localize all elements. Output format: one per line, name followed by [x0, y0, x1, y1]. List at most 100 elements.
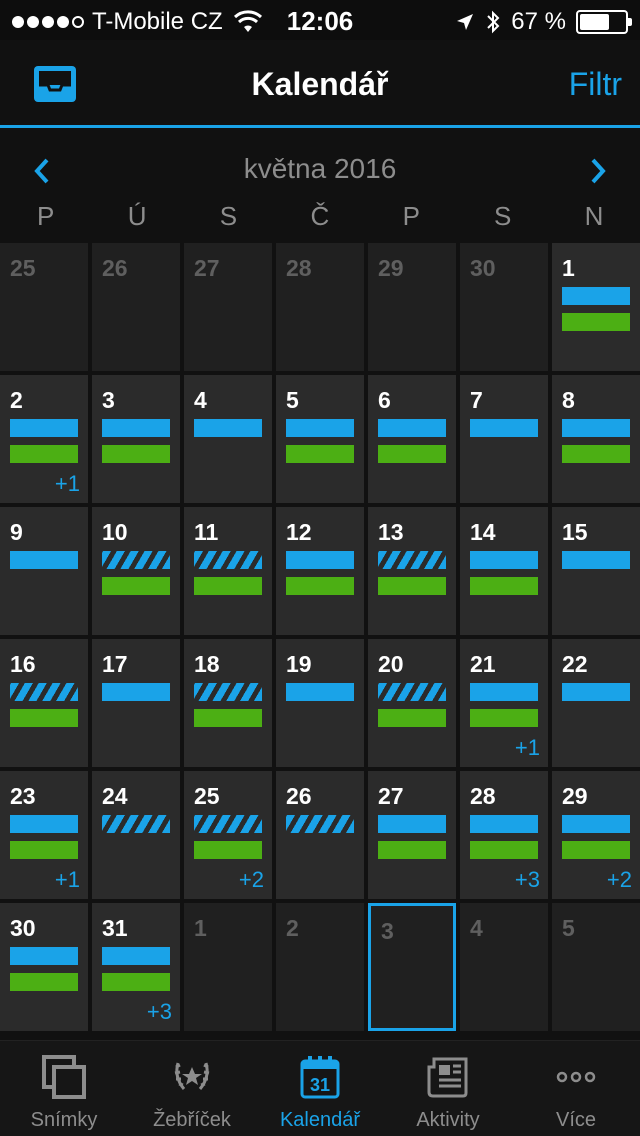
day-number: 25 [10, 255, 36, 281]
activity-bar-blue [470, 815, 538, 833]
more-icon [556, 1071, 596, 1083]
calendar-day-cell[interactable]: 4 [460, 903, 548, 1031]
more-activities-count: +1 [514, 735, 540, 760]
calendar-day-cell[interactable]: 20 [368, 639, 456, 767]
weekday-label: Ú [127, 201, 147, 231]
calendar-day-cell[interactable]: 12 [276, 507, 364, 635]
calendar-day-cell[interactable]: 1 [552, 243, 640, 371]
calendar-day-cell[interactable]: 13 [368, 507, 456, 635]
activity-bar-planned [286, 815, 354, 833]
calendar-day-cell[interactable]: 4 [184, 375, 272, 503]
calendar-day-cell[interactable]: 11 [184, 507, 272, 635]
calendar-day-cell[interactable]: 2 +1 [0, 375, 88, 503]
calendar-day-cell[interactable]: 30 [460, 243, 548, 371]
tab-calendar[interactable]: 31 Kalendář [256, 1041, 384, 1136]
day-number: 31 [102, 915, 128, 941]
activity-bar-green [194, 841, 262, 859]
calendar-day-cell[interactable]: 27 [368, 771, 456, 899]
tab-bar: Snímky Žebříček 31 Kalendář Aktivity Víc… [0, 1040, 640, 1136]
calendar-day-cell[interactable]: 29 +2 [552, 771, 640, 899]
calendar-day-cell[interactable]: 21 +1 [460, 639, 548, 767]
calendar-day-cell[interactable]: 1 [184, 903, 272, 1031]
calendar-day-cell[interactable]: 26 [276, 771, 364, 899]
activity-bar-planned [194, 815, 262, 833]
calendar-day-cell[interactable]: 3 [92, 375, 180, 503]
day-number: 20 [378, 651, 404, 677]
tab-snapshots[interactable]: Snímky [0, 1041, 128, 1136]
activity-bar-planned [194, 683, 262, 701]
day-number: 29 [562, 783, 588, 809]
day-number: 24 [102, 783, 128, 809]
leaderboard-icon [174, 1062, 210, 1090]
day-number: 26 [286, 783, 312, 809]
calendar-day-cell[interactable]: 31 +3 [92, 903, 180, 1031]
inbox-button[interactable] [30, 62, 80, 106]
activity-bar-planned [194, 551, 262, 569]
activity-bar-blue [562, 551, 630, 569]
calendar-day-cell[interactable]: 27 [184, 243, 272, 371]
calendar-day-cell[interactable]: 8 [552, 375, 640, 503]
calendar-day-cell[interactable]: 25 [0, 243, 88, 371]
calendar-day-cell[interactable]: 28 [276, 243, 364, 371]
calendar-day-cell[interactable]: 6 [368, 375, 456, 503]
activity-bar-green [102, 577, 170, 595]
calendar-day-cell[interactable]: 14 [460, 507, 548, 635]
calendar-day-cell[interactable]: 23 +1 [0, 771, 88, 899]
calendar-day-cell[interactable]: 5 [552, 903, 640, 1031]
day-number: 13 [378, 519, 404, 545]
activity-bar-green [10, 973, 78, 991]
day-number: 19 [286, 651, 312, 677]
calendar-day-cell[interactable]: 30 [0, 903, 88, 1031]
day-number: 10 [102, 519, 128, 545]
day-number: 28 [470, 783, 496, 809]
activity-bar-blue [10, 815, 78, 833]
activity-bar-green [286, 577, 354, 595]
activity-bar-green [470, 709, 538, 727]
calendar-day-cell[interactable]: 29 [368, 243, 456, 371]
tab-label: Snímky [30, 1109, 98, 1131]
calendar-day-cell[interactable]: 15 [552, 507, 640, 635]
battery-percent: 67 % [511, 8, 566, 35]
activity-bar-blue [102, 419, 170, 437]
activity-bar-green [378, 841, 446, 859]
tab-label: Žebříček [153, 1109, 231, 1131]
activity-bar-blue [194, 419, 262, 437]
calendar-day-cell[interactable]: 7 [460, 375, 548, 503]
calendar-day-cell[interactable]: 24 [92, 771, 180, 899]
calendar-day-cell[interactable]: 2 [276, 903, 364, 1031]
day-number: 26 [102, 255, 128, 281]
calendar-day-cell[interactable]: 26 [92, 243, 180, 371]
calendar-day-cell[interactable]: 3 [368, 903, 456, 1031]
day-number: 22 [562, 651, 588, 677]
filter-button[interactable]: Filtr [569, 66, 622, 103]
location-arrow-icon [457, 14, 474, 30]
activity-bar-planned [378, 683, 446, 701]
activity-bar-green [10, 445, 78, 463]
tab-more[interactable]: Více [512, 1041, 640, 1136]
day-number: 27 [378, 783, 404, 809]
activity-bar-blue [286, 683, 354, 701]
activity-bar-blue [470, 419, 538, 437]
calendar-day-cell[interactable]: 25 +2 [184, 771, 272, 899]
calendar-day-cell[interactable]: 22 [552, 639, 640, 767]
calendar-day-cell[interactable]: 18 [184, 639, 272, 767]
chevron-right-icon [591, 158, 606, 184]
nav-bar: Kalendář Filtr [0, 40, 640, 128]
calendar-day-cell[interactable]: 10 [92, 507, 180, 635]
tab-activities[interactable]: Aktivity [384, 1041, 512, 1136]
day-number: 27 [194, 255, 220, 281]
next-month-button[interactable] [578, 151, 618, 191]
calendar-icon-text: 31 [310, 1075, 330, 1095]
calendar-day-cell[interactable]: 28 +3 [460, 771, 548, 899]
tab-leaderboard[interactable]: Žebříček [128, 1041, 256, 1136]
activity-bar-planned [102, 815, 170, 833]
calendar-day-cell[interactable]: 9 [0, 507, 88, 635]
activity-bar-green [470, 841, 538, 859]
calendar-day-cell[interactable]: 19 [276, 639, 364, 767]
calendar-day-cell[interactable]: 5 [276, 375, 364, 503]
month-header: května 2016 P Ú S Č P S N [0, 131, 640, 243]
calendar-day-cell[interactable]: 17 [92, 639, 180, 767]
day-number: 7 [470, 387, 483, 413]
calendar-day-cell[interactable]: 16 [0, 639, 88, 767]
activity-bar-planned [102, 551, 170, 569]
